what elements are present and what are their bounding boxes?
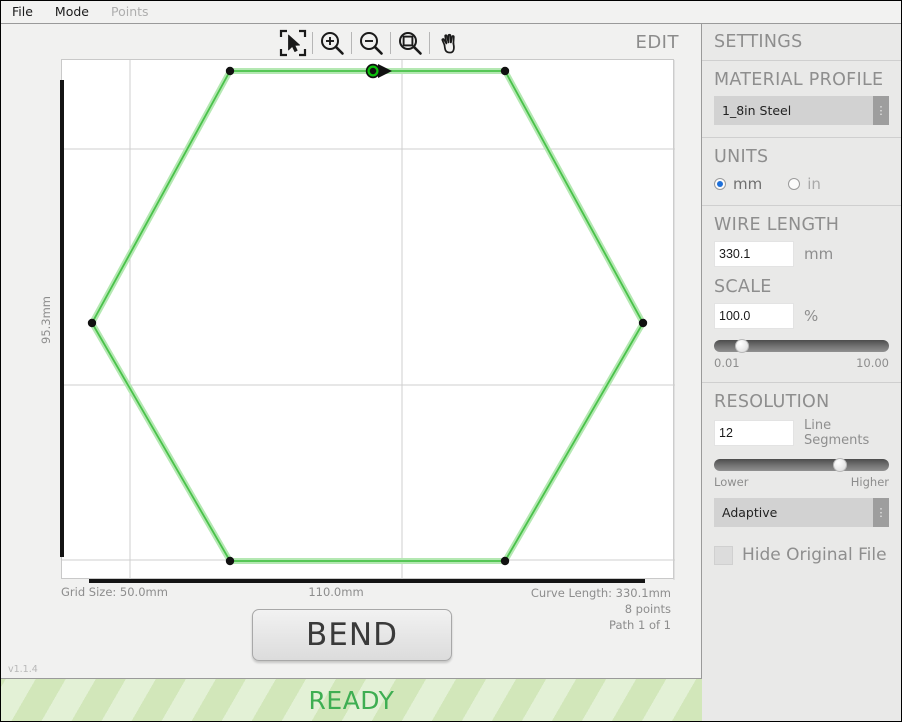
grid-lines: [62, 60, 675, 580]
hide-original-label: Hide Original File: [742, 545, 887, 565]
select-tool-button[interactable]: [276, 27, 310, 60]
hide-original-row[interactable]: Hide Original File: [714, 541, 889, 565]
settings-title: SETTINGS: [702, 24, 901, 61]
vertical-measure-label: 95.3mm: [39, 295, 53, 344]
wire-length-unit: mm: [804, 245, 834, 263]
radio-unselected-icon: [788, 178, 801, 190]
menu-item-mode[interactable]: Mode: [44, 2, 100, 22]
menu-item-file[interactable]: File: [1, 2, 44, 22]
settings-panel: SETTINGS MATERIAL PROFILE 1_8in Steel ⋮ …: [702, 24, 901, 701]
status-text: READY: [308, 685, 395, 715]
toolbar-separator-3: [390, 32, 391, 54]
application-window: File Mode Points EDIT 95.3mm Grid Size: …: [0, 0, 902, 722]
units-radio-mm-label: mm: [733, 175, 763, 193]
scale-heading: SCALE: [714, 277, 772, 297]
menu-bar: File Mode Points: [1, 1, 901, 24]
resolution-row: Line Segments: [714, 418, 889, 448]
units-heading: UNITS: [714, 147, 769, 167]
version-label: v1.1.4: [8, 664, 38, 675]
wire-length-input[interactable]: [714, 241, 794, 267]
drawing-canvas[interactable]: [61, 59, 675, 580]
menu-item-points: Points: [110, 4, 149, 19]
scale-slider[interactable]: [714, 339, 889, 353]
scale-input[interactable]: [714, 303, 794, 329]
scale-slider-range: 0.01 10.00: [714, 353, 889, 370]
resolution-slider-track: [714, 459, 889, 471]
path-preview-svg: [62, 60, 675, 580]
hide-original-checkbox[interactable]: [714, 545, 733, 565]
wire-length-heading: WIRE LENGTH: [714, 215, 840, 235]
scale-unit: %: [804, 307, 819, 325]
scale-slider-max-label: 10.00: [856, 356, 889, 370]
resolution-slider-min-label: Lower: [714, 475, 749, 489]
mode-label: EDIT: [635, 32, 679, 53]
vertical-scale-bar: [60, 80, 64, 557]
pan-tool-button[interactable]: [432, 27, 466, 60]
toolbar-separator-4: [429, 32, 430, 54]
resolution-mode-value: Adaptive: [722, 505, 778, 520]
wire-path: [90, 70, 645, 562]
resolution-input[interactable]: [714, 420, 794, 446]
resolution-heading: RESOLUTION: [714, 392, 830, 412]
scale-slider-min-label: 0.01: [714, 356, 740, 370]
resolution-slider-range: Lower Higher: [714, 472, 889, 489]
status-bar: READY: [1, 678, 702, 721]
toolbar-separator-2: [351, 32, 352, 54]
material-profile-dropdown[interactable]: 1_8in Steel ⋮: [714, 96, 889, 125]
hand-pan-icon: [441, 33, 455, 54]
zoom-fit-tool-button[interactable]: [393, 27, 427, 60]
point-count-label: 8 points: [624, 602, 671, 616]
curve-info-block: Curve Length: 330.1mm 8 points Path 1 of…: [531, 585, 671, 633]
zoom-in-tool-button[interactable]: [315, 27, 349, 60]
units-radio-group: mm in: [714, 173, 889, 193]
units-radio-in[interactable]: in: [788, 175, 821, 193]
radio-selected-icon: [714, 178, 726, 190]
zoom-out-icon: [360, 32, 383, 55]
units-radio-in-label: in: [807, 175, 821, 193]
horizontal-scale-bar: [89, 579, 645, 583]
units-section: UNITS mm in: [702, 138, 901, 206]
resolution-unit: Line Segments: [804, 418, 870, 448]
material-profile-heading: MATERIAL PROFILE: [714, 70, 884, 90]
canvas-toolbar: [276, 26, 466, 60]
zoom-fit-icon: [399, 32, 422, 55]
wire-length-row: mm: [714, 241, 889, 267]
wire-path-glow: [88, 68, 647, 564]
units-radio-mm[interactable]: mm: [714, 175, 762, 193]
material-profile-section: MATERIAL PROFILE 1_8in Steel ⋮: [702, 61, 901, 138]
material-profile-value: 1_8in Steel: [722, 103, 792, 118]
chevron-down-icon-2: ⋮: [873, 498, 889, 527]
status-bar-filler: [702, 678, 901, 721]
scale-slider-thumb[interactable]: [734, 339, 749, 353]
zoom-in-icon: [321, 32, 344, 55]
curve-length-label: Curve Length: 330.1mm: [530, 586, 671, 600]
resolution-slider-max-label: Higher: [850, 475, 889, 489]
start-direction-marker[interactable]: [365, 63, 392, 79]
zoom-out-tool-button[interactable]: [354, 27, 388, 60]
resolution-section: RESOLUTION Line Segments Lower Higher Ad…: [702, 383, 901, 577]
bend-button[interactable]: BEND: [252, 609, 452, 661]
path-index-label: Path 1 of 1: [609, 618, 671, 632]
resolution-slider[interactable]: [714, 458, 889, 472]
path-vertices[interactable]: [87, 66, 648, 566]
canvas-pane: EDIT 95.3mm Grid Size: 50.0mm 110.0mm Cu…: [1, 24, 702, 678]
chevron-down-icon: ⋮: [873, 96, 889, 125]
scale-row: %: [714, 303, 889, 329]
toolbar-separator-1: [312, 32, 313, 54]
cursor-select-icon: [279, 29, 307, 57]
resolution-mode-dropdown[interactable]: Adaptive ⋮: [714, 498, 889, 527]
wire-length-scale-section: WIRE LENGTH mm SCALE % 0.01 10.00: [702, 206, 901, 383]
